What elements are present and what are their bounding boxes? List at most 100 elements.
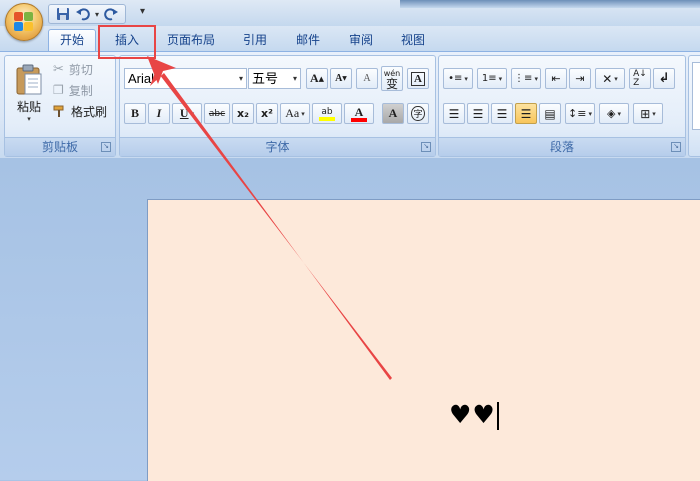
font-color-button[interactable]: A: [344, 103, 374, 124]
clear-formatting-button[interactable]: A: [356, 68, 378, 89]
title-stripe: [400, 0, 700, 8]
change-case-button[interactable]: Aa ▾: [280, 103, 310, 124]
font-size-value: 五号: [252, 71, 279, 86]
highlight-button[interactable]: ab: [312, 103, 342, 124]
document-page[interactable]: [147, 199, 700, 481]
align-right-button[interactable]: ☰: [491, 103, 513, 124]
show-marks-button[interactable]: ↲: [653, 68, 675, 89]
undo-icon[interactable]: [75, 6, 91, 22]
enclose-char-button[interactable]: 字: [407, 103, 429, 124]
styles-gallery[interactable]: [692, 62, 700, 130]
subscript-icon: x₂: [237, 107, 249, 120]
paragraph-group: •≡ ▾ 1≡ ▾ ⋮≡ ▾ ⇤ ⇥ ✕ ▾ A↓ Z ↲ ☰ ☰ ☰ ☰ ▤ ↕≡ ▾ ◈…: [438, 55, 686, 157]
borders-dropdown-icon[interactable]: ▾: [652, 110, 656, 118]
shrink-font-icon: A: [335, 73, 343, 84]
strikethrough-icon: abc: [208, 108, 226, 119]
clipboard-launcher-icon[interactable]: ↘: [101, 142, 111, 152]
font-name-dropdown-icon[interactable]: ▾: [239, 69, 243, 88]
underline-button[interactable]: U ▾: [172, 103, 202, 124]
font-launcher-icon[interactable]: ↘: [421, 142, 431, 152]
chinese-layout-dropdown-icon[interactable]: ▾: [614, 75, 618, 83]
numbering-dropdown-icon[interactable]: ▾: [499, 75, 503, 83]
copy-label: 复制: [68, 83, 93, 98]
line-spacing-icon: ↕≡: [568, 107, 587, 120]
cut-button[interactable]: ✂ 剪切: [53, 60, 93, 78]
align-left-button[interactable]: ☰: [443, 103, 465, 124]
copy-button[interactable]: ❐ 复制: [53, 81, 93, 99]
shrink-font-button[interactable]: A ▼: [330, 68, 352, 89]
bullets-dropdown-icon[interactable]: ▾: [464, 75, 468, 83]
paste-label: 粘贴: [16, 99, 41, 114]
highlight-color-bar: [319, 116, 335, 121]
copy-icon: ❐: [53, 83, 64, 97]
borders-button[interactable]: ⊞ ▾: [633, 103, 663, 124]
subscript-button[interactable]: x₂: [232, 103, 254, 124]
align-right-icon: ☰: [496, 106, 508, 121]
bold-button[interactable]: B: [124, 103, 146, 124]
line-spacing-dropdown-icon[interactable]: ▾: [588, 110, 592, 118]
numbering-icon: 1≡: [481, 73, 497, 84]
document-text[interactable]: ♥♥: [449, 400, 499, 430]
bullets-button[interactable]: •≡ ▾: [443, 68, 473, 89]
paste-dropdown-icon[interactable]: ▾: [27, 115, 31, 123]
italic-button[interactable]: I: [148, 103, 170, 124]
paragraph-launcher-icon[interactable]: ↘: [671, 142, 681, 152]
font-size-dropdown-icon[interactable]: ▾: [293, 69, 297, 88]
sort-button[interactable]: A↓ Z: [629, 68, 651, 89]
undo-dropdown-icon[interactable]: ▾: [95, 10, 99, 19]
paragraph-mark-icon: ↲: [658, 71, 670, 86]
shading-dropdown-icon[interactable]: ▾: [617, 110, 621, 118]
enclose-char-icon: 字: [411, 106, 425, 121]
phonetic-guide-button[interactable]: wén 变: [381, 66, 403, 91]
borders-icon: ⊞: [640, 106, 651, 121]
bullets-icon: •≡: [448, 72, 463, 84]
numbering-button[interactable]: 1≡ ▾: [477, 68, 507, 89]
char-border-icon: A: [411, 71, 425, 86]
paste-icon: [16, 64, 42, 94]
justify-icon: ☰: [520, 106, 532, 121]
underline-icon: U: [179, 106, 189, 120]
superscript-button[interactable]: x²: [256, 103, 278, 124]
font-name-combo[interactable]: Arial ▾: [124, 68, 247, 89]
paste-button[interactable]: 粘贴 ▾: [11, 60, 47, 126]
chinese-layout-button[interactable]: ✕ ▾: [595, 68, 625, 89]
clear-formatting-icon: A: [363, 73, 371, 84]
decrease-indent-button[interactable]: ⇤: [545, 68, 567, 89]
paragraph-group-label: 段落: [439, 137, 685, 156]
quick-access-toolbar: ▾: [48, 4, 127, 24]
save-icon[interactable]: [55, 6, 71, 22]
tab-references[interactable]: 引用: [232, 30, 278, 51]
customize-qat-icon[interactable]: ▾: [140, 6, 145, 17]
font-group: Arial ▾ 五号 ▾ A ▲ A ▼ A wén 变 A B I U ▾ abc x…: [119, 55, 436, 157]
tab-review[interactable]: 审阅: [338, 30, 384, 51]
multilevel-list-button[interactable]: ⋮≡ ▾: [511, 68, 541, 89]
align-center-icon: ☰: [472, 106, 484, 121]
line-spacing-button[interactable]: ↕≡ ▾: [565, 103, 595, 124]
redo-icon[interactable]: [103, 6, 119, 22]
paint-bucket-icon: ◈: [607, 107, 616, 120]
justify-button[interactable]: ☰: [515, 103, 537, 124]
office-button[interactable]: [5, 3, 43, 41]
strikethrough-button[interactable]: abc: [204, 103, 230, 124]
tab-page-layout[interactable]: 页面布局: [160, 30, 222, 51]
italic-icon: I: [156, 106, 162, 120]
font-size-combo[interactable]: 五号 ▾: [248, 68, 301, 89]
align-center-button[interactable]: ☰: [467, 103, 489, 124]
increase-indent-button[interactable]: ⇥: [569, 68, 591, 89]
tab-home[interactable]: 开始: [48, 29, 96, 52]
underline-dropdown-icon[interactable]: ▾: [191, 110, 195, 118]
format-painter-button[interactable]: 格式刷: [53, 102, 107, 120]
distributed-button[interactable]: ▤: [539, 103, 561, 124]
grow-font-button[interactable]: A ▲: [306, 68, 328, 89]
char-border-button[interactable]: A: [407, 68, 429, 89]
tab-mailings[interactable]: 邮件: [285, 30, 331, 51]
document-text-content: ♥♥: [449, 400, 496, 429]
char-shading-button[interactable]: A: [382, 103, 404, 124]
tab-view[interactable]: 视图: [390, 30, 436, 51]
office-logo-icon: [14, 12, 34, 32]
shading-button[interactable]: ◈ ▾: [599, 103, 629, 124]
insert-tab-highlight: [98, 25, 156, 59]
change-case-dropdown-icon[interactable]: ▾: [301, 110, 305, 118]
multilevel-list-icon: ⋮≡: [514, 73, 533, 84]
multilevel-list-dropdown-icon[interactable]: ▾: [534, 75, 538, 83]
